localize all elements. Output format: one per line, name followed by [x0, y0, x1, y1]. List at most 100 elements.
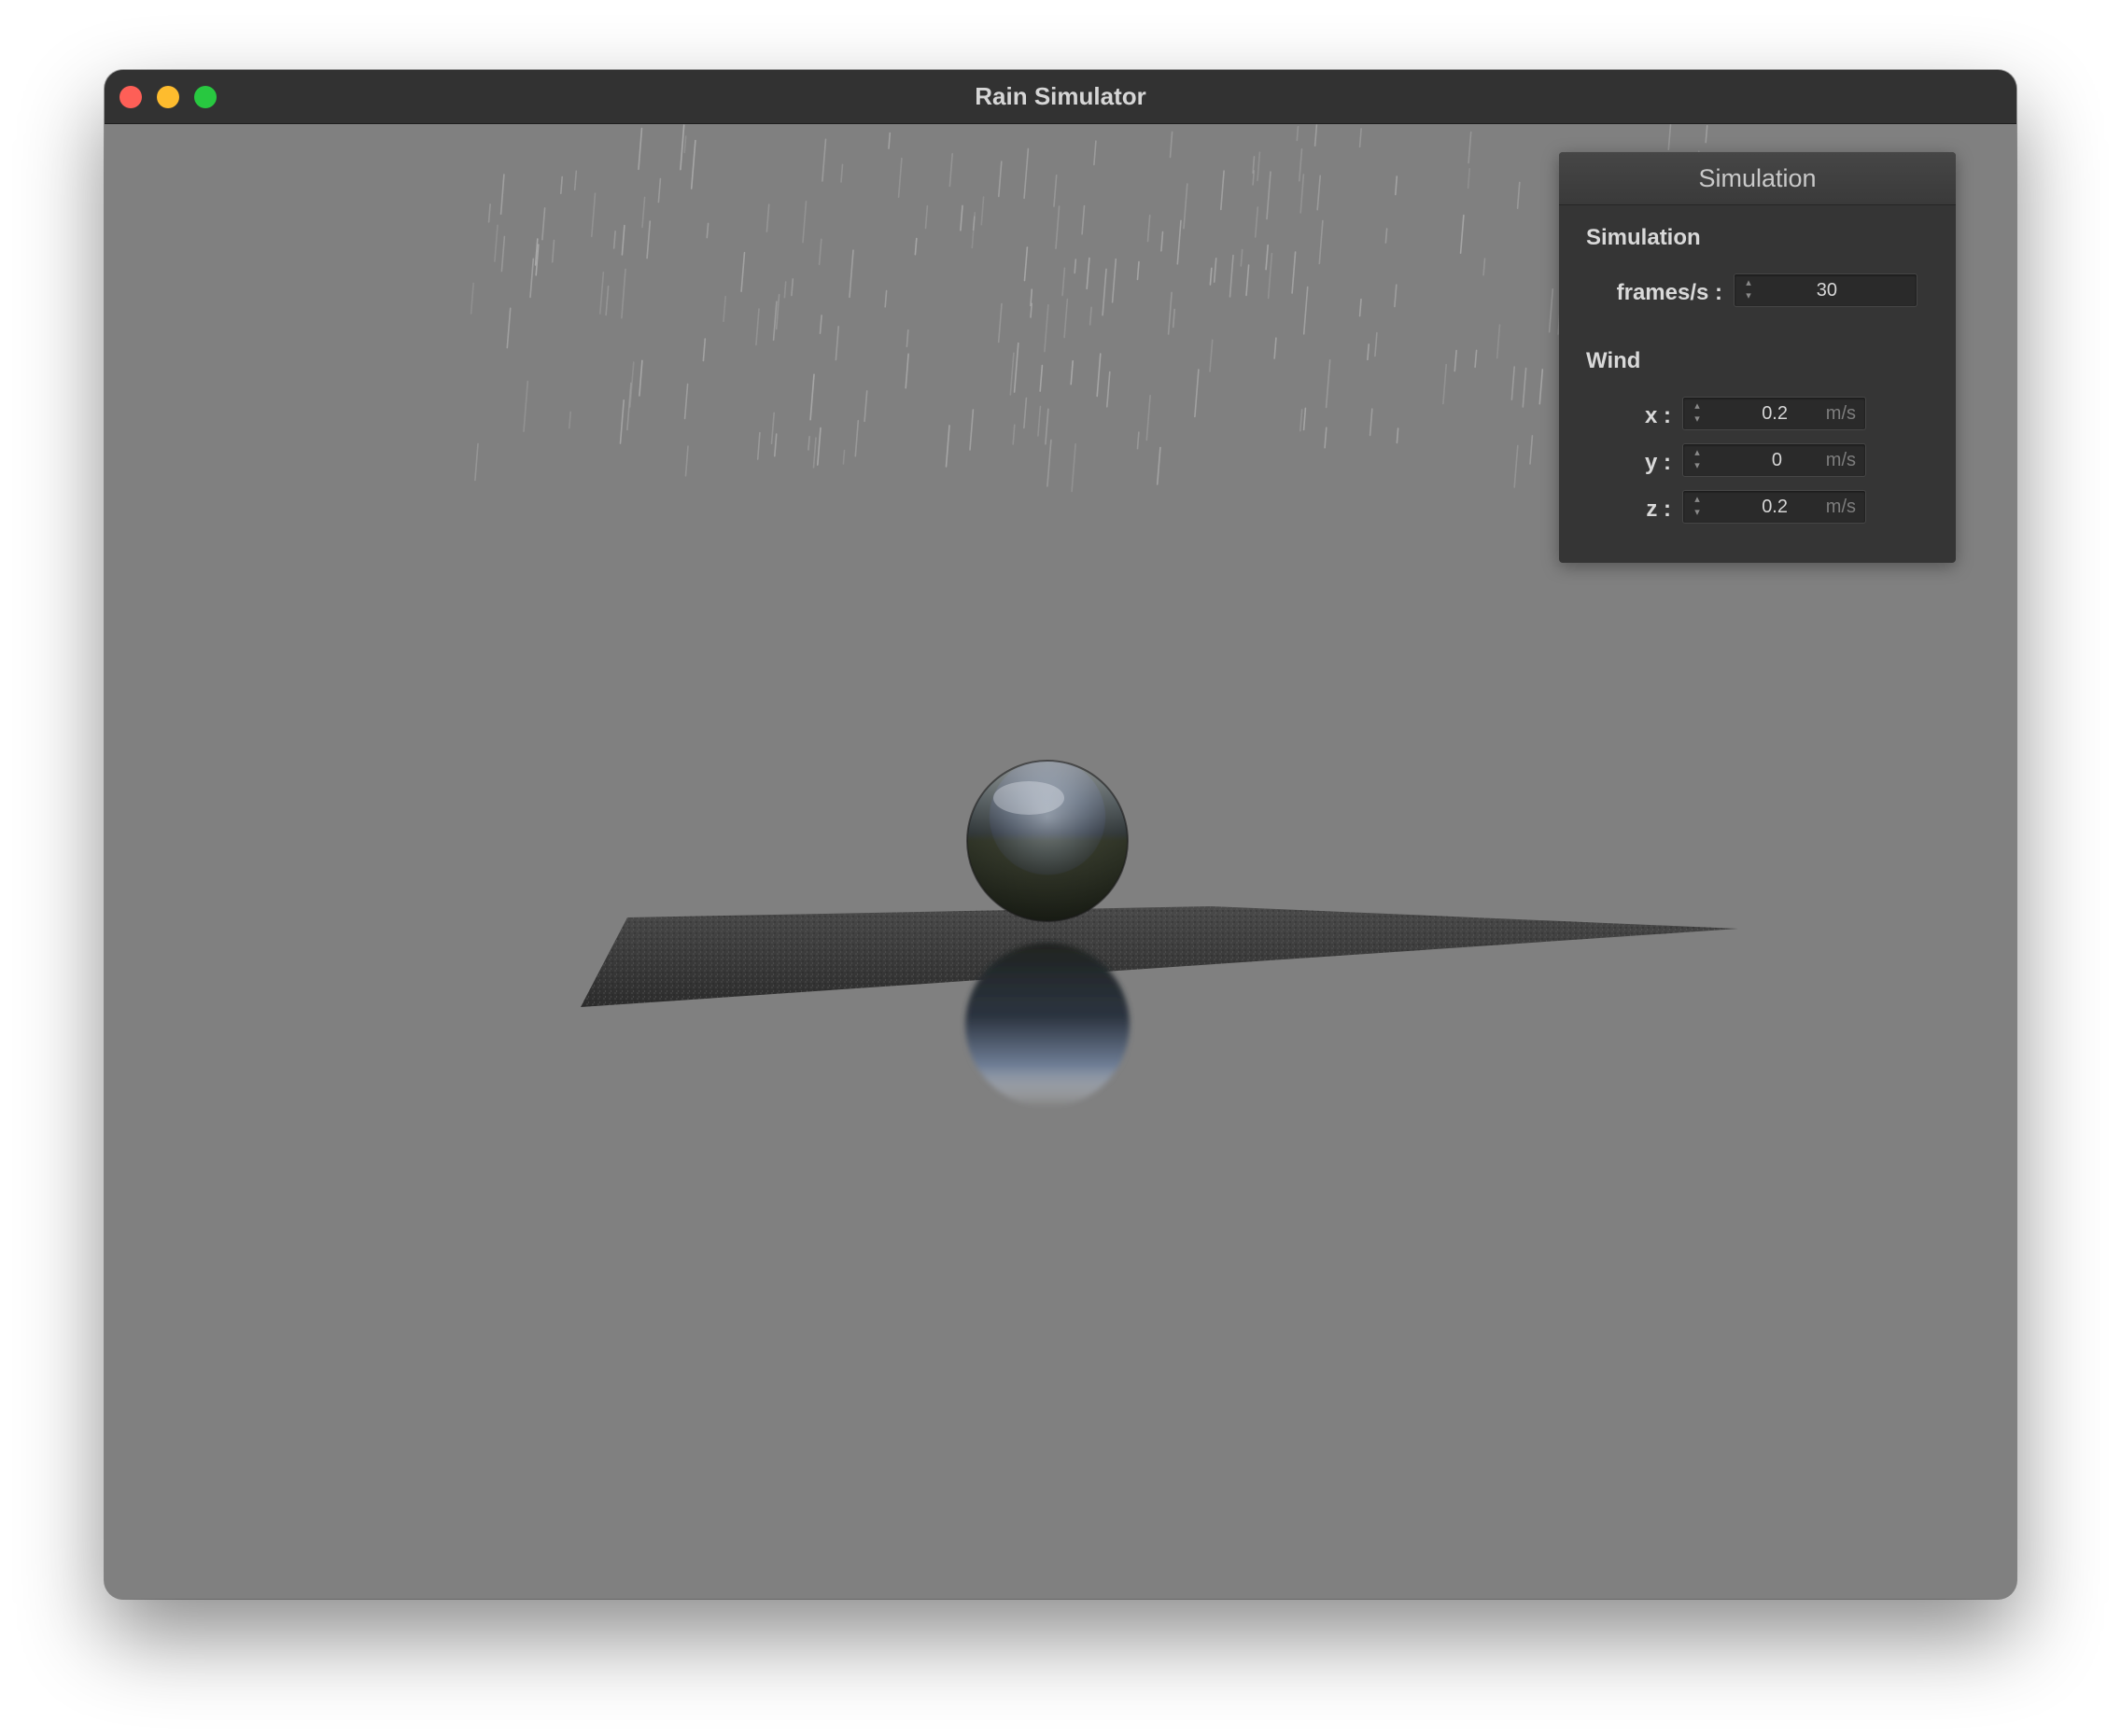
rain-streak: [1086, 257, 1090, 290]
rain-streak: [783, 281, 787, 299]
rain-streak: [1169, 131, 1173, 159]
rain-streak: [1367, 343, 1370, 361]
panel-title: Simulation: [1559, 152, 1956, 205]
rain-streak: [1442, 363, 1447, 405]
rain-streak: [1213, 258, 1217, 283]
rain-streak: [1229, 254, 1234, 298]
rain-streak: [980, 196, 985, 226]
rain-streak: [1209, 267, 1213, 286]
wind-y-spinbox[interactable]: ▴ ▾ 0 m/s: [1682, 443, 1866, 477]
rain-streak: [770, 412, 776, 445]
rain-streak: [612, 231, 616, 249]
rain-streak: [835, 326, 840, 361]
rain-streak: [1299, 147, 1303, 182]
rain-streak: [1176, 219, 1182, 265]
rain-streak: [1070, 360, 1074, 385]
rain-streak: [924, 204, 929, 230]
rain-streak: [568, 411, 572, 429]
rain-streak: [1538, 369, 1544, 405]
rain-streak: [766, 203, 770, 232]
fps-label: frames/s :: [1616, 280, 1722, 305]
rain-streak: [849, 249, 854, 299]
rain-streak: [969, 409, 975, 451]
wind-z-unit: m/s: [1825, 497, 1856, 517]
rain-streak: [884, 289, 888, 308]
rain-streak: [1318, 219, 1324, 265]
rain-streak: [1156, 446, 1161, 485]
rain-streak: [1089, 306, 1092, 326]
rain-streak: [971, 212, 976, 249]
fps-value[interactable]: 30: [1735, 274, 1837, 306]
rain-streak: [840, 163, 844, 183]
rain-streak: [541, 207, 546, 241]
rain-streak: [818, 238, 822, 266]
rain-streak: [1468, 131, 1472, 164]
rain-streak: [523, 380, 529, 433]
rain-streak: [1705, 124, 1708, 144]
rain-streak: [1266, 171, 1271, 220]
rain-streak: [842, 449, 846, 465]
rain-streak: [1302, 286, 1309, 335]
rain-streak: [905, 353, 909, 389]
rain-streak: [499, 174, 505, 216]
rain-streak: [1039, 364, 1044, 392]
title-bar[interactable]: Rain Simulator: [105, 70, 2016, 124]
rain-streak: [605, 285, 610, 316]
rain-streak: [1023, 397, 1028, 429]
rain-streak: [997, 161, 1003, 198]
rain-streak: [1299, 409, 1303, 432]
rain-streak: [1454, 349, 1457, 372]
rain-streak: [1063, 298, 1069, 339]
ground-plane-texture: [581, 906, 1738, 1007]
wind-x-value[interactable]: 0.2: [1683, 398, 1788, 429]
rain-streak: [1172, 308, 1175, 329]
rain-streak: [474, 442, 479, 482]
sphere-reflection: [965, 943, 1130, 1107]
rain-streak: [854, 419, 860, 457]
rain-streak: [1136, 431, 1140, 450]
rain-streak: [1061, 267, 1066, 297]
rain-streak: [1245, 264, 1250, 297]
fps-spinbox[interactable]: ▴ ▾ 30: [1734, 273, 1917, 307]
rain-streak: [559, 175, 564, 195]
rain-streak: [621, 224, 625, 256]
rain-streak: [1009, 352, 1015, 396]
rain-streak: [494, 224, 499, 262]
rain-streak: [816, 427, 822, 466]
rain-streak: [646, 220, 652, 259]
rain-streak: [1374, 331, 1378, 357]
rain-streak: [1299, 174, 1305, 214]
wind-z-spinbox[interactable]: ▴ ▾ 0.2 m/s: [1682, 490, 1866, 524]
rain-streaks: [470, 124, 1708, 493]
rain-streak: [529, 258, 535, 299]
rain-streak: [1325, 359, 1331, 409]
rain-streak: [1324, 427, 1327, 449]
rain-streak: [1316, 175, 1321, 211]
window-title: Rain Simulator: [975, 82, 1146, 110]
rain-streak: [802, 201, 808, 244]
simulation-group-label: Simulation: [1586, 225, 1701, 250]
wind-y-value[interactable]: 0: [1683, 444, 1782, 476]
rain-streak: [772, 301, 778, 342]
rain-streak: [598, 271, 605, 315]
rain-streak: [1548, 288, 1554, 333]
wind-x-spinbox[interactable]: ▴ ▾ 0.2 m/s: [1682, 397, 1866, 430]
rain-streak: [1395, 175, 1398, 196]
rain-streak: [1013, 342, 1019, 393]
rain-streak: [619, 399, 625, 444]
rain-streak: [1183, 183, 1188, 230]
rain-streak: [888, 132, 892, 149]
rain-streak: [1209, 339, 1214, 372]
rain-streak: [470, 282, 475, 315]
rain-streak: [1023, 147, 1030, 200]
rain-streak: [740, 251, 746, 292]
rain-streak: [1240, 248, 1243, 267]
rain-streak: [914, 237, 918, 256]
wind-z-value[interactable]: 0.2: [1683, 491, 1788, 523]
rain-streak: [657, 177, 662, 203]
rain-streak: [1529, 435, 1534, 465]
wind-group-label: Wind: [1586, 348, 1641, 373]
rain-streak: [1522, 367, 1527, 408]
rain-streak: [945, 425, 950, 468]
rain-streak: [1044, 303, 1049, 353]
